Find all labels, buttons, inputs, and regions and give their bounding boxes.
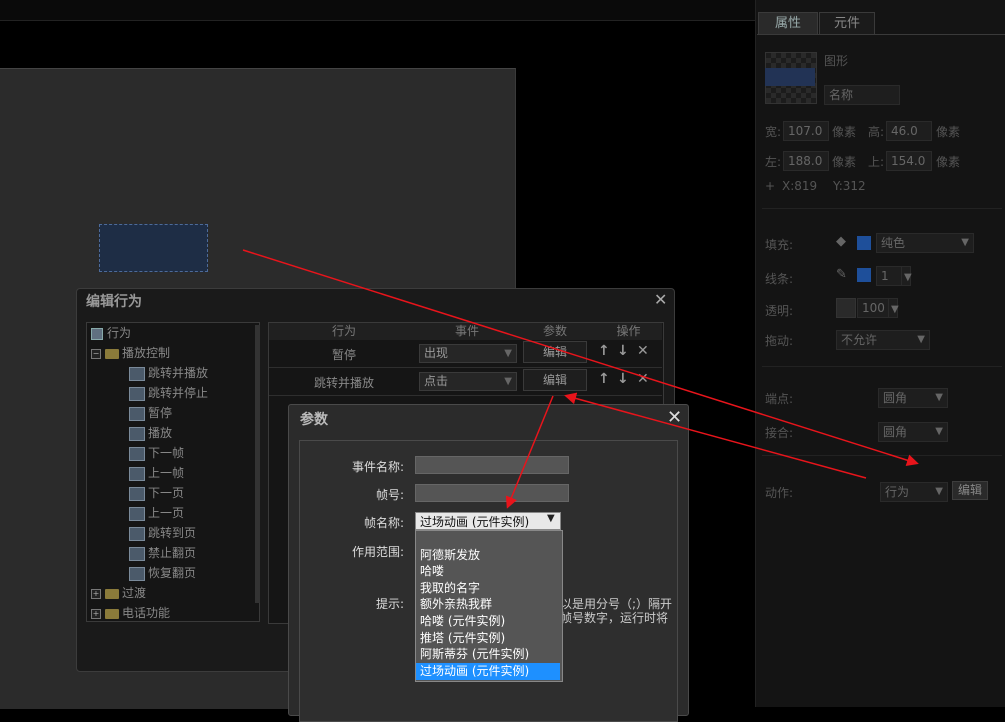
arrow-line	[564, 392, 867, 479]
arrow-line	[505, 395, 554, 509]
arrow-line	[242, 249, 919, 467]
annotation-arrows	[242, 249, 919, 509]
